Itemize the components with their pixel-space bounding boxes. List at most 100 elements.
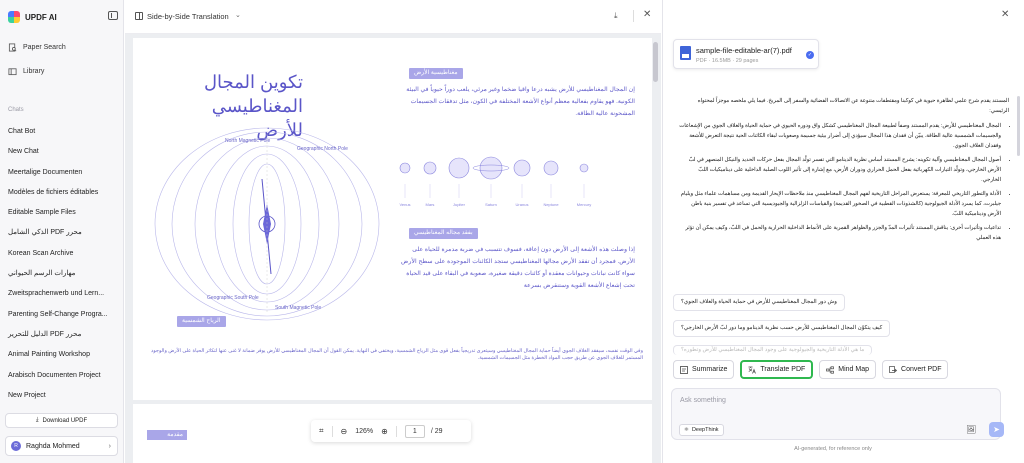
chat-item[interactable]: Korean Scan Archive [0,244,118,264]
chat-item[interactable]: Chat Bot [0,122,118,142]
planets-diagram: Venus Mars Jupiter Saturn Uranus Neptune… [399,156,591,207]
check-icon: ✓ [806,51,814,59]
download-icon[interactable]: ⤓ [614,11,618,21]
zoom-in-icon[interactable]: ⊕ [381,427,388,436]
mind-map-button[interactable]: Mind Map [819,360,877,379]
attached-file-card[interactable]: sample-file-editable-ar(7).pdf PDF · 16.… [673,39,819,69]
divider [395,425,397,437]
divider [633,10,634,22]
action-label: Convert PDF [901,366,942,373]
magnetic-field-diagram: North Magnetic Pole Geographic North Pol… [154,127,380,321]
chat-input-placeholder[interactable]: Ask something [680,397,726,404]
chat-item[interactable]: Modèles de fichiers éditables [0,183,118,203]
user-name: Raghda Mohmed [26,442,80,450]
chat-scrollbar[interactable] [1017,96,1020,156]
translate-icon [748,366,757,374]
user-profile[interactable]: R Raghda Mohmed › [5,436,118,456]
answer-bullet: الأدلة والتطور التاريخي للمعرفة: يستعرض … [679,189,1001,219]
send-button[interactable]: ➤ [989,422,1004,437]
answer-intro: المستند يقدم شرح علمي لظاهرة حيوية في كو… [697,98,1009,114]
chat-item[interactable]: Parenting Self-Change Progra... [0,305,118,325]
planet-label: Uranus [516,202,529,207]
page-number-input[interactable]: 1 [404,424,425,438]
side-by-side-icon [135,12,143,20]
chat-item[interactable]: مهارات الرسم الحيواني [0,264,118,284]
nav-label: Paper Search [23,44,66,51]
avatar: R [11,441,21,451]
planet-label: Jupiter [453,202,466,207]
chat-list: Chat Bot New Chat Meertalige Documenten … [0,122,124,406]
translate-pdf-button[interactable]: Translate PDF [740,360,814,379]
ai-chat-panel: ✕ sample-file-editable-ar(7).pdf PDF · 1… [662,0,1024,463]
app-logo: UPDF AI [8,9,57,25]
paragraph-magnetism: إن المجال المغناطيسي للأرض يشبه درعا واق… [406,86,635,117]
fit-page-icon[interactable]: ⌗ [319,426,324,436]
page-total: / 29 [430,427,443,435]
chevron-down-icon[interactable]: ⌄ [235,11,241,19]
action-label: Summarize [692,366,728,373]
view-mode-title[interactable]: Side-by-Side Translation [147,12,229,21]
chat-item[interactable]: Editable Sample Files [0,203,118,223]
planet-label: Mars [426,202,435,207]
zoom-level[interactable]: 126% [355,428,373,435]
chat-item[interactable]: Arabisch Documenten Project [0,366,118,386]
geographic-south-label: Geographic South Pole [207,295,259,301]
deepthink-label: DeepThink [691,427,719,433]
section-label-magnetism: مغناطيسية الأرض [409,68,463,79]
chat-item[interactable]: الذكي الشامل PDF محرر [0,223,118,243]
chat-item[interactable]: New Chat [0,142,118,162]
collapse-sidebar-icon[interactable] [108,11,118,20]
answer-bullet: المجال المغناطيسي للأرض: يقدم المستند وص… [679,121,1001,151]
app-name: UPDF AI [25,12,57,22]
close-icon[interactable]: ✕ [1001,9,1009,20]
suggested-question[interactable]: كيف يتكوّن المجال المغناطيسي للأرض حسب ن… [673,320,891,337]
convert-icon [889,365,898,373]
nav-paper-search[interactable]: Paper Search [8,43,66,52]
image-upload-icon[interactable]: 🖼 [966,425,976,434]
divider [331,425,333,437]
download-updf-button[interactable]: ⤓ Download UPDF [5,413,118,428]
chat-item[interactable]: Meertalige Documenten [0,163,118,183]
chevron-right-icon: › [108,442,111,450]
north-magnetic-label: North Magnetic Pole [225,138,271,144]
page-caption: وفي الوقت نفسه، سيفقد الغلاف الجوي أيضاً… [151,348,643,361]
zoom-out-icon[interactable]: ⊖ [341,427,348,436]
section-label-field-loss: بفقد مجاله المغناطيسي [409,228,478,239]
mind-map-icon [826,365,835,374]
summarize-button[interactable]: Summarize [673,360,735,379]
ai-disclaimer: AI-generated, for reference only [794,446,872,452]
file-meta: PDF · 16.5MB · 29 pages [696,58,759,64]
chat-item[interactable]: New Project [0,386,118,406]
answer-bullet: تداعيات وتأثيرات أخرى: يناقش المستند تأث… [679,223,1001,243]
ai-answer: المستند يقدم شرح علمي لظاهرة حيوية في كو… [679,96,1009,247]
answer-list: المجال المغناطيسي للأرض: يقدم المستند وص… [679,121,1009,243]
nav-label: Library [23,68,45,75]
page2-section-label: مقدمة [147,430,187,440]
updf-logo-icon [8,11,20,23]
sidebar: UPDF AI Paper Search Library Chats Chat … [0,0,124,463]
chat-input-box[interactable]: Ask something ⚛ DeepThink 🖼 ➤ [671,388,1004,440]
quick-actions: Summarize Translate PDF Mind Map Convert… [673,360,949,379]
planet-label: Saturn [485,202,497,207]
pdf-viewer[interactable]: تكوين المجال المغناطيسي للأرض North Magn… [125,34,661,463]
paragraph-field-loss: إذا وصلت هذه الأشعة إلى الأرض دون إعاقة،… [401,246,635,289]
nav-library[interactable]: Library [8,67,44,76]
chat-item[interactable]: الدليل للتحرير PDF محرر [0,325,118,345]
south-magnetic-label: South Magnetic Pole [275,305,321,311]
download-icon: ⤓ [35,417,39,423]
suggested-question[interactable]: ما هي الأدلة التاريخية والجيولوجية على و… [673,345,873,355]
pdf-file-icon [680,46,691,60]
scrollbar[interactable] [653,42,658,82]
planet-label: Venus [399,202,410,207]
summarize-icon [680,365,688,374]
paper-search-icon [8,43,17,52]
library-icon [8,68,17,76]
suggested-question[interactable]: وش دور المجال المغناطيسي للأرض في حماية … [673,294,845,311]
close-icon[interactable]: ✕ [643,9,651,20]
convert-pdf-button[interactable]: Convert PDF [882,360,949,379]
action-label: Translate PDF [760,366,806,373]
chat-item[interactable]: Zweitsprachenwerb und Lern... [0,284,118,304]
chat-item[interactable]: Animal Painting Workshop [0,345,118,365]
deepthink-toggle[interactable]: ⚛ DeepThink [679,424,724,436]
pdf-page: تكوين المجال المغناطيسي للأرض North Magn… [133,38,652,400]
